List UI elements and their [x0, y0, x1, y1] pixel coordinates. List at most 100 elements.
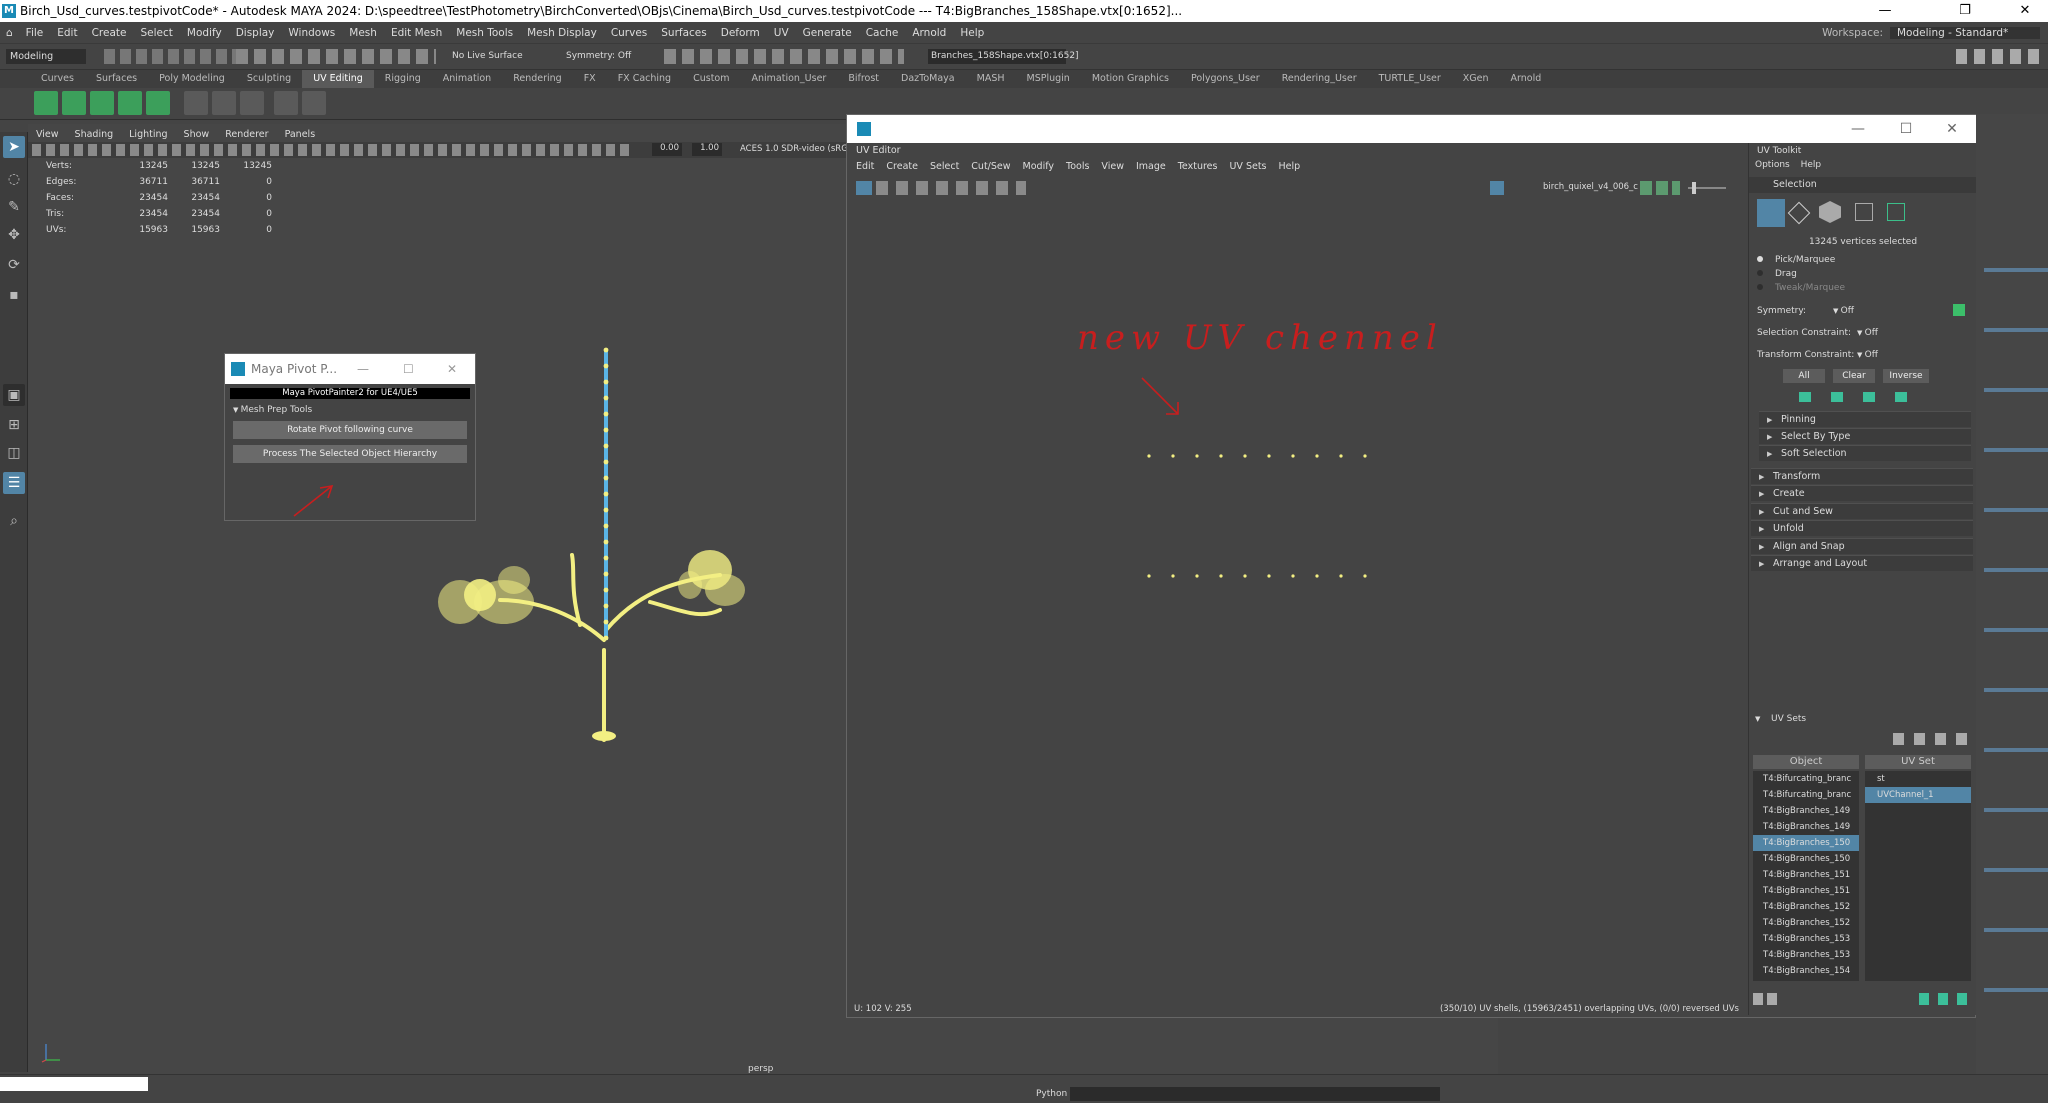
- mode-dropdown[interactable]: Modeling: [6, 49, 86, 64]
- viewport-menu-view[interactable]: View: [28, 129, 67, 140]
- shelf-tab-rendering-user[interactable]: Rendering_User: [1271, 70, 1368, 88]
- two-view-layout-icon[interactable]: ◫: [3, 442, 25, 464]
- four-view-layout-icon[interactable]: ⊞: [3, 414, 25, 436]
- attribute-rows[interactable]: [1984, 244, 2048, 1044]
- toolkit-menu-options[interactable]: Options: [1755, 160, 1790, 170]
- shelf-checker-icon[interactable]: [302, 91, 326, 115]
- inverse-selection-button[interactable]: Inverse: [1883, 369, 1929, 383]
- uv-menu-create[interactable]: Create: [880, 161, 924, 172]
- snap-render-icons[interactable]: [664, 49, 904, 64]
- pick-marquee-radio[interactable]: Pick/Marquee: [1749, 255, 1977, 265]
- single-view-layout-icon[interactable]: ▣: [3, 384, 25, 406]
- toolkit-menu-help[interactable]: Help: [1801, 160, 1822, 170]
- shelf-tab-turtle-user[interactable]: TURTLE_User: [1368, 70, 1452, 88]
- menu-deform[interactable]: Deform: [714, 27, 767, 39]
- menu-generate[interactable]: Generate: [796, 27, 859, 39]
- texture-options-icons[interactable]: [1640, 181, 1680, 195]
- uv-set-link-icons[interactable]: [1753, 993, 1779, 1005]
- scale-tool-icon[interactable]: ▪: [3, 284, 25, 306]
- shelf-tab-polygons-user[interactable]: Polygons_User: [1180, 70, 1271, 88]
- menu-help[interactable]: Help: [953, 27, 991, 39]
- shelf-tab-animation-user[interactable]: Animation_User: [741, 70, 838, 88]
- viewport-menu-lighting[interactable]: Lighting: [121, 129, 175, 140]
- object-list-item[interactable]: T4:BigBranches_151: [1753, 883, 1859, 899]
- close-button[interactable]: ✕: [2002, 0, 2048, 22]
- shelf-planar-map-icon[interactable]: [34, 91, 58, 115]
- vertex-mode-icon[interactable]: [1757, 199, 1785, 227]
- shelf-tab-rendering[interactable]: Rendering: [502, 70, 573, 88]
- shelf-tab-poly-modeling[interactable]: Poly Modeling: [148, 70, 236, 88]
- object-list-item[interactable]: T4:BigBranches_153: [1753, 931, 1859, 947]
- live-surface-field[interactable]: No Live Surface: [452, 51, 523, 61]
- uv-set-action-icons[interactable]: [1893, 733, 1973, 745]
- shelf-tab-custom[interactable]: Custom: [682, 70, 740, 88]
- selection-constraint-dropdown[interactable]: ▼ Off: [1857, 328, 1878, 338]
- shelf-tab-motion-graphics[interactable]: Motion Graphics: [1081, 70, 1180, 88]
- menu-arnold[interactable]: Arnold: [905, 27, 953, 39]
- menu-select[interactable]: Select: [133, 27, 179, 39]
- checker-toggle-icon[interactable]: [1490, 181, 1504, 195]
- process-hierarchy-button[interactable]: Process The Selected Object Hierarchy: [233, 445, 467, 463]
- workspace-dropdown[interactable]: Modeling - Standard*: [1890, 26, 2040, 39]
- uv-toolbar-icons[interactable]: [876, 181, 1026, 195]
- uv-mode-icon[interactable]: [1855, 203, 1873, 221]
- pp-minimize-button[interactable]: —: [357, 362, 369, 376]
- minimize-button[interactable]: —: [1862, 0, 1908, 22]
- uv-menu-help[interactable]: Help: [1273, 161, 1307, 172]
- uv-grid-view-icon[interactable]: [856, 181, 872, 195]
- search-icon[interactable]: ⌕: [3, 510, 25, 532]
- selection-convert-icons[interactable]: [1799, 392, 1909, 402]
- menu-modify[interactable]: Modify: [180, 27, 229, 39]
- uv-set-copy-icons[interactable]: [1919, 993, 1971, 1005]
- rotate-pivot-button[interactable]: Rotate Pivot following curve: [233, 421, 467, 439]
- pp-maximize-button[interactable]: ☐: [403, 362, 414, 376]
- uv-close-button[interactable]: ✕: [1929, 115, 1975, 143]
- shelf-tab-fx[interactable]: FX: [573, 70, 607, 88]
- name-selection-field[interactable]: Branches_158Shape.vtx[0:1652]: [928, 49, 1079, 64]
- shelf-tab-curves[interactable]: Curves: [30, 70, 85, 88]
- home-icon[interactable]: ⌂: [0, 27, 19, 39]
- command-input[interactable]: [1070, 1087, 1440, 1101]
- menu-display[interactable]: Display: [229, 27, 282, 39]
- cut-and-sew-section[interactable]: Cut and Sew: [1751, 503, 1973, 520]
- shelf-tab-bifrost[interactable]: Bifrost: [837, 70, 890, 88]
- shelf-tab-uv-editing[interactable]: UV Editing: [302, 70, 374, 88]
- shelf-layout-icon[interactable]: [274, 91, 298, 115]
- object-list-item[interactable]: T4:Bifurcating_branc: [1753, 787, 1859, 803]
- shelf-tab-animation[interactable]: Animation: [432, 70, 502, 88]
- shelf-tab-sculpting[interactable]: Sculpting: [236, 70, 302, 88]
- uv-menu-textures[interactable]: Textures: [1172, 161, 1224, 172]
- menu-edit[interactable]: Edit: [50, 27, 84, 39]
- align-and-snap-section[interactable]: Align and Snap: [1751, 538, 1973, 555]
- menu-mesh-display[interactable]: Mesh Display: [520, 27, 604, 39]
- selection-section-header[interactable]: Selection: [1749, 177, 1977, 193]
- move-tool-icon[interactable]: ✥: [3, 224, 25, 246]
- unfold-section[interactable]: Unfold: [1751, 520, 1973, 537]
- viewport-menu-show[interactable]: Show: [176, 129, 218, 140]
- texture-dropdown[interactable]: birch_quixel_v4_006_c: [1543, 182, 1638, 192]
- object-list-item[interactable]: T4:BigBranches_152: [1753, 915, 1859, 931]
- paint-select-icon[interactable]: ✎: [3, 196, 25, 218]
- shelf-camera-map-icon[interactable]: [146, 91, 170, 115]
- object-list-item[interactable]: T4:BigBranches_154: [1753, 963, 1859, 979]
- script-language-label[interactable]: Python: [1036, 1089, 1067, 1099]
- shelf-auto-map-icon[interactable]: [118, 91, 142, 115]
- menu-edit-mesh[interactable]: Edit Mesh: [384, 27, 449, 39]
- select-tool-icon[interactable]: ➤: [3, 136, 25, 158]
- shelf-split-icon[interactable]: [240, 91, 264, 115]
- menu-mesh-tools[interactable]: Mesh Tools: [449, 27, 520, 39]
- face-mode-icon[interactable]: [1819, 201, 1841, 223]
- object-list-item[interactable]: T4:BigBranches_150: [1753, 851, 1859, 867]
- shelf-tab-arnold[interactable]: Arnold: [1500, 70, 1553, 88]
- selection-mask-icons[interactable]: [236, 49, 436, 64]
- menu-file[interactable]: File: [19, 27, 51, 39]
- shelf-tab-surfaces[interactable]: Surfaces: [85, 70, 148, 88]
- menu-mesh[interactable]: Mesh: [342, 27, 384, 39]
- shelf-tab-xgen[interactable]: XGen: [1452, 70, 1500, 88]
- soft-selection-subsection[interactable]: Soft Selection: [1759, 445, 1971, 462]
- rotate-tool-icon[interactable]: ⟳: [3, 254, 25, 276]
- uv-menu-image[interactable]: Image: [1130, 161, 1172, 172]
- uv-sets-header[interactable]: ▼ UV Sets: [1749, 711, 1977, 727]
- transform-constraint-dropdown[interactable]: ▼ Off: [1857, 350, 1878, 360]
- menu-create[interactable]: Create: [85, 27, 134, 39]
